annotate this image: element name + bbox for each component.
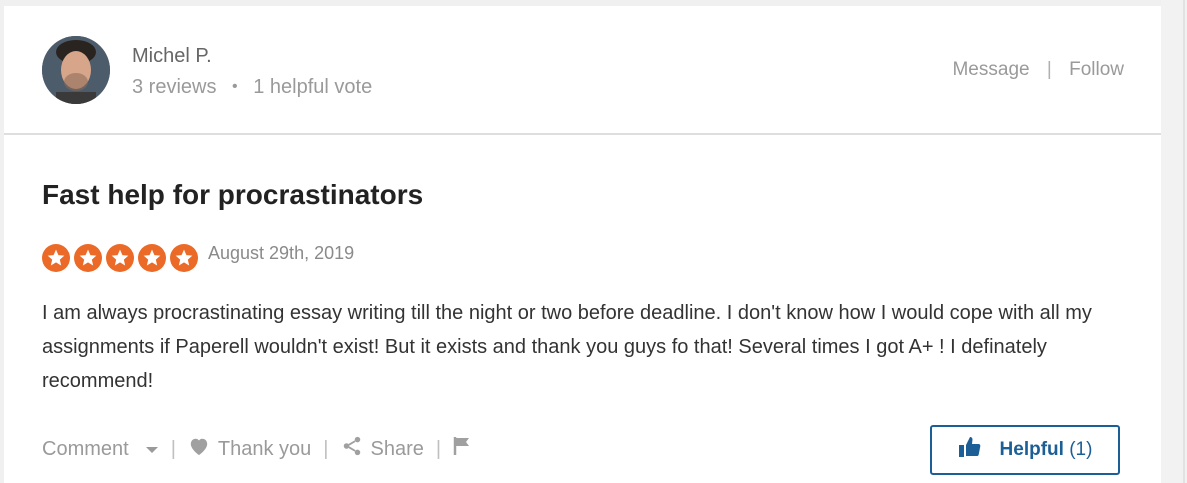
scrollbar-line: [1183, 0, 1185, 483]
reviewer-meta: 3 reviews • 1 helpful vote: [132, 76, 372, 99]
heart-icon: [188, 436, 210, 462]
header-divider: [4, 133, 1161, 135]
message-link[interactable]: Message: [952, 59, 1029, 80]
thank-you-button[interactable]: Thank you: [188, 436, 311, 462]
review-count: 3 reviews: [132, 76, 217, 98]
chevron-down-icon: [145, 438, 159, 461]
review-body: I am always procrastinating essay writin…: [42, 302, 1092, 392]
helpful-vote-count: 1 helpful vote: [253, 76, 373, 98]
reviewer-name[interactable]: Michel P.: [132, 45, 212, 68]
reviewer-header: Michel P. 3 reviews • 1 helpful vote Mes…: [4, 6, 1161, 133]
footer-separator: |: [170, 437, 176, 460]
thank-you-label: Thank you: [217, 437, 312, 460]
star-icon: [138, 244, 166, 272]
share-label: Share: [370, 437, 424, 460]
meta-dot: •: [232, 78, 238, 95]
footer-separator: |: [323, 437, 329, 460]
share-icon: [341, 435, 363, 463]
avatar[interactable]: [42, 36, 110, 104]
action-separator: |: [1046, 59, 1052, 80]
helpful-text: Helpful (1): [1000, 439, 1093, 461]
comment-label: Comment: [42, 437, 129, 460]
header-actions: Message | Follow: [952, 59, 1124, 81]
footer-separator: |: [435, 437, 442, 460]
star-rating: [42, 244, 198, 272]
review-card: Michel P. 3 reviews • 1 helpful vote Mes…: [4, 6, 1161, 483]
comment-button[interactable]: Comment: [42, 438, 159, 461]
thumbs-up-icon: [958, 436, 982, 464]
helpful-button[interactable]: Helpful (1): [930, 425, 1120, 475]
flag-button[interactable]: [453, 436, 471, 462]
share-button[interactable]: Share: [341, 435, 424, 463]
helpful-label: Helpful: [999, 439, 1064, 460]
star-icon: [106, 244, 134, 272]
star-icon: [74, 244, 102, 272]
star-icon: [170, 244, 198, 272]
scrollbar-track[interactable]: [1161, 0, 1187, 483]
flag-icon: [453, 436, 471, 462]
star-icon: [42, 244, 70, 272]
helpful-count: (1): [1069, 439, 1093, 460]
follow-link[interactable]: Follow: [1069, 59, 1124, 80]
review-date: August 29th, 2019: [208, 243, 355, 263]
review-title: Fast help for procrastinators: [42, 179, 424, 210]
review-footer: Comment | Thank you | Share |: [42, 434, 471, 464]
